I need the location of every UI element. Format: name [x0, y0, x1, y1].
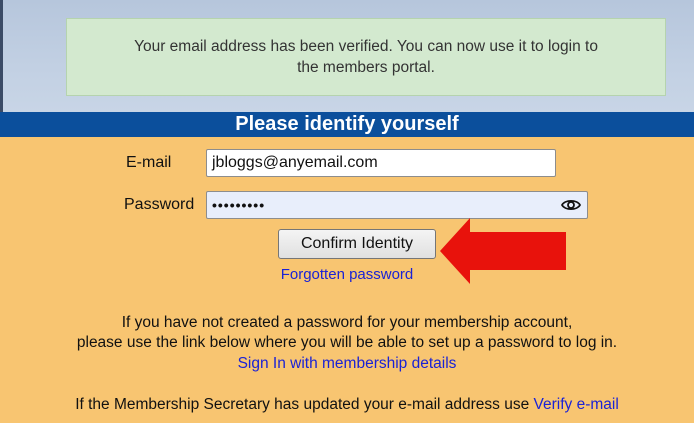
eye-icon[interactable]: [561, 197, 581, 213]
email-field[interactable]: jbloggs@anyemail.com: [206, 149, 556, 177]
sign-in-membership-link[interactable]: Sign In with membership details: [238, 355, 457, 372]
info-line-2: please use the link below where you will…: [76, 334, 618, 351]
left-border-rule: [0, 0, 3, 112]
notice-line-1: Your email address has been verified. Yo…: [134, 38, 598, 55]
forgotten-password-link[interactable]: Forgotten password: [281, 266, 414, 283]
email-label: E-mail: [126, 154, 172, 171]
secretary-text: If the Membership Secretary has updated …: [75, 396, 534, 413]
forgotten-password-row: Forgotten password: [0, 266, 694, 283]
notice-line-2: the members portal.: [297, 59, 435, 76]
verification-notice: Your email address has been verified. Yo…: [66, 18, 666, 96]
signin-row: Sign In with membership details: [0, 353, 694, 374]
confirm-identity-button[interactable]: Confirm Identity: [278, 229, 436, 259]
email-value: jbloggs@anyemail.com: [212, 154, 378, 171]
info-line-1: If you have not created a password for y…: [121, 314, 573, 331]
password-field[interactable]: •••••••••: [206, 191, 588, 219]
verify-email-link[interactable]: Verify e-mail: [534, 396, 619, 413]
secretary-row: If the Membership Secretary has updated …: [0, 394, 694, 415]
password-label: Password: [124, 196, 195, 213]
identify-header: Please identify yourself: [0, 112, 694, 137]
password-value: •••••••••: [212, 197, 266, 213]
top-banner-area: Your email address has been verified. Yo…: [0, 0, 694, 112]
